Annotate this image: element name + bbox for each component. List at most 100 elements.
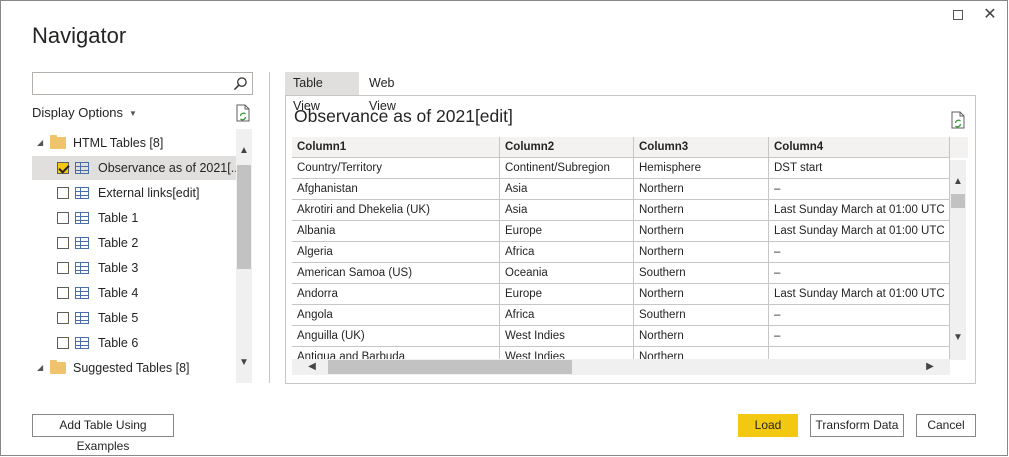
tree-item[interactable]: Table 4 [32,281,238,305]
navigator-window: Navigator ✕ Display Options ▼ ◢ HTML Tabl… [0,0,1008,456]
scroll-thumb[interactable] [328,360,572,374]
table-cell: Last Sunday March at 01:00 UTC [769,200,950,221]
refresh-icon[interactable] [235,104,251,122]
tree-item-label: Table 3 [98,261,139,275]
tree-group-suggested-tables[interactable]: ◢ Suggested Tables [8] [32,356,238,380]
tree-scrollbar[interactable]: ▲ ▼ [236,129,252,383]
tree-item-label: Table 2 [98,236,139,250]
table-cell: Anguilla (UK) [292,326,500,347]
tree-group-label: Suggested Tables [8] [73,361,190,375]
table-cell: DST start [769,158,950,179]
table-cell: Northern [634,284,769,305]
table-cell: West Indies [500,326,634,347]
pane-divider[interactable] [269,72,270,383]
collapse-triangle-icon[interactable]: ◢ [37,356,47,380]
table-icon [75,262,89,274]
column-header[interactable]: Column4 [769,137,950,158]
table-icon [75,287,89,299]
table-cell: – [769,263,950,284]
search-input[interactable] [32,72,253,95]
close-button[interactable]: ✕ [982,7,998,23]
table-horizontal-scrollbar[interactable]: ◀ ▶ [292,359,950,375]
scroll-right-icon[interactable]: ▶ [922,359,938,375]
table-cell: – [769,326,950,347]
table-cell: Northern [634,200,769,221]
search-icon [233,77,247,91]
tree-group-html-tables[interactable]: ◢ HTML Tables [8] [32,131,238,155]
table-cell: Europe [500,284,634,305]
window-title: Navigator [32,23,127,48]
table-row: Angola Africa Southern – [292,305,968,326]
scroll-thumb[interactable] [237,165,251,269]
transform-data-button[interactable]: Transform Data [810,414,904,437]
scroll-up-icon[interactable]: ▲ [950,174,966,190]
scroll-down-icon[interactable]: ▼ [236,355,252,371]
table-row: Albania Europe Northern Last Sunday Marc… [292,221,968,242]
tab-web-view[interactable]: Web View [361,72,404,113]
scroll-down-icon[interactable]: ▼ [950,330,966,346]
tree-item[interactable]: Table 5 [32,306,238,330]
checkbox[interactable] [57,237,69,249]
refresh-icon[interactable] [950,111,966,129]
collapse-triangle-icon[interactable]: ◢ [37,131,47,155]
table-cell: Northern [634,179,769,200]
display-options-dropdown[interactable]: Display Options ▼ [32,105,137,120]
table-row: Andorra Europe Northern Last Sunday Marc… [292,284,968,305]
tree-item-label: Table 5 [98,311,139,325]
table-icon [75,312,89,324]
tree-item[interactable]: External links[edit] [32,181,238,205]
preview-table: Column1 Column2 Column3 Column4 Country/… [292,137,968,362]
add-table-using-examples-button[interactable]: Add Table Using Examples [32,414,174,453]
table-cell: Southern [634,305,769,326]
table-vertical-scrollbar[interactable]: ▲ ▼ [950,160,966,360]
table-cell: Last Sunday March at 01:00 UTC [769,284,950,305]
table-icon [75,187,89,199]
tree-item[interactable]: Table 1 [32,206,238,230]
tree-item[interactable]: Observance as of 2021[... [32,156,238,180]
checkbox[interactable] [57,287,69,299]
checkbox[interactable] [57,212,69,224]
table-cell: Southern [634,263,769,284]
checkbox[interactable] [57,312,69,324]
tree-item[interactable]: Table 2 [32,231,238,255]
table-cell: Last Sunday March at 01:00 UTC [769,221,950,242]
table-cell: Algeria [292,242,500,263]
maximize-button[interactable] [950,7,966,23]
tree-group-label: HTML Tables [8] [73,136,164,150]
checkbox[interactable] [57,337,69,349]
scroll-up-icon[interactable]: ▲ [236,143,252,159]
table-cell: Continent/Subregion [500,158,634,179]
table-cell: Albania [292,221,500,242]
table-cell: – [769,179,950,200]
column-header[interactable]: Column1 [292,137,500,158]
table-icon [75,337,89,349]
load-button[interactable]: Load [738,414,798,437]
checkbox[interactable] [57,262,69,274]
preview-title: Observance as of 2021[edit] [294,106,513,126]
close-icon: ✕ [983,6,997,23]
scroll-thumb[interactable] [951,194,965,208]
maximize-icon [953,10,963,20]
table-row: Algeria Africa Northern – [292,242,968,263]
table-icon [75,212,89,224]
table-row: American Samoa (US) Oceania Southern – [292,263,968,284]
checkbox[interactable] [57,187,69,199]
table-cell: Europe [500,221,634,242]
tree-item-label: Table 4 [98,286,139,300]
column-header[interactable]: Column2 [500,137,634,158]
tree-item-label: Table 1 [98,211,139,225]
table-cell: Hemisphere [634,158,769,179]
folder-icon [50,135,66,149]
scroll-left-icon[interactable]: ◀ [304,359,320,375]
table-cell: Asia [500,179,634,200]
tree-item[interactable]: Table 6 [32,331,238,355]
table-row: Country/Territory Continent/Subregion He… [292,158,968,179]
cancel-button[interactable]: Cancel [916,414,976,437]
tab-table-view[interactable]: Table View [285,72,359,113]
checkbox[interactable] [57,162,69,174]
tree-item[interactable]: Table 3 [32,256,238,280]
table-row: Anguilla (UK) West Indies Northern – [292,326,968,347]
column-header[interactable]: Column3 [634,137,769,158]
table-cell: – [769,242,950,263]
table-cell: Africa [500,242,634,263]
